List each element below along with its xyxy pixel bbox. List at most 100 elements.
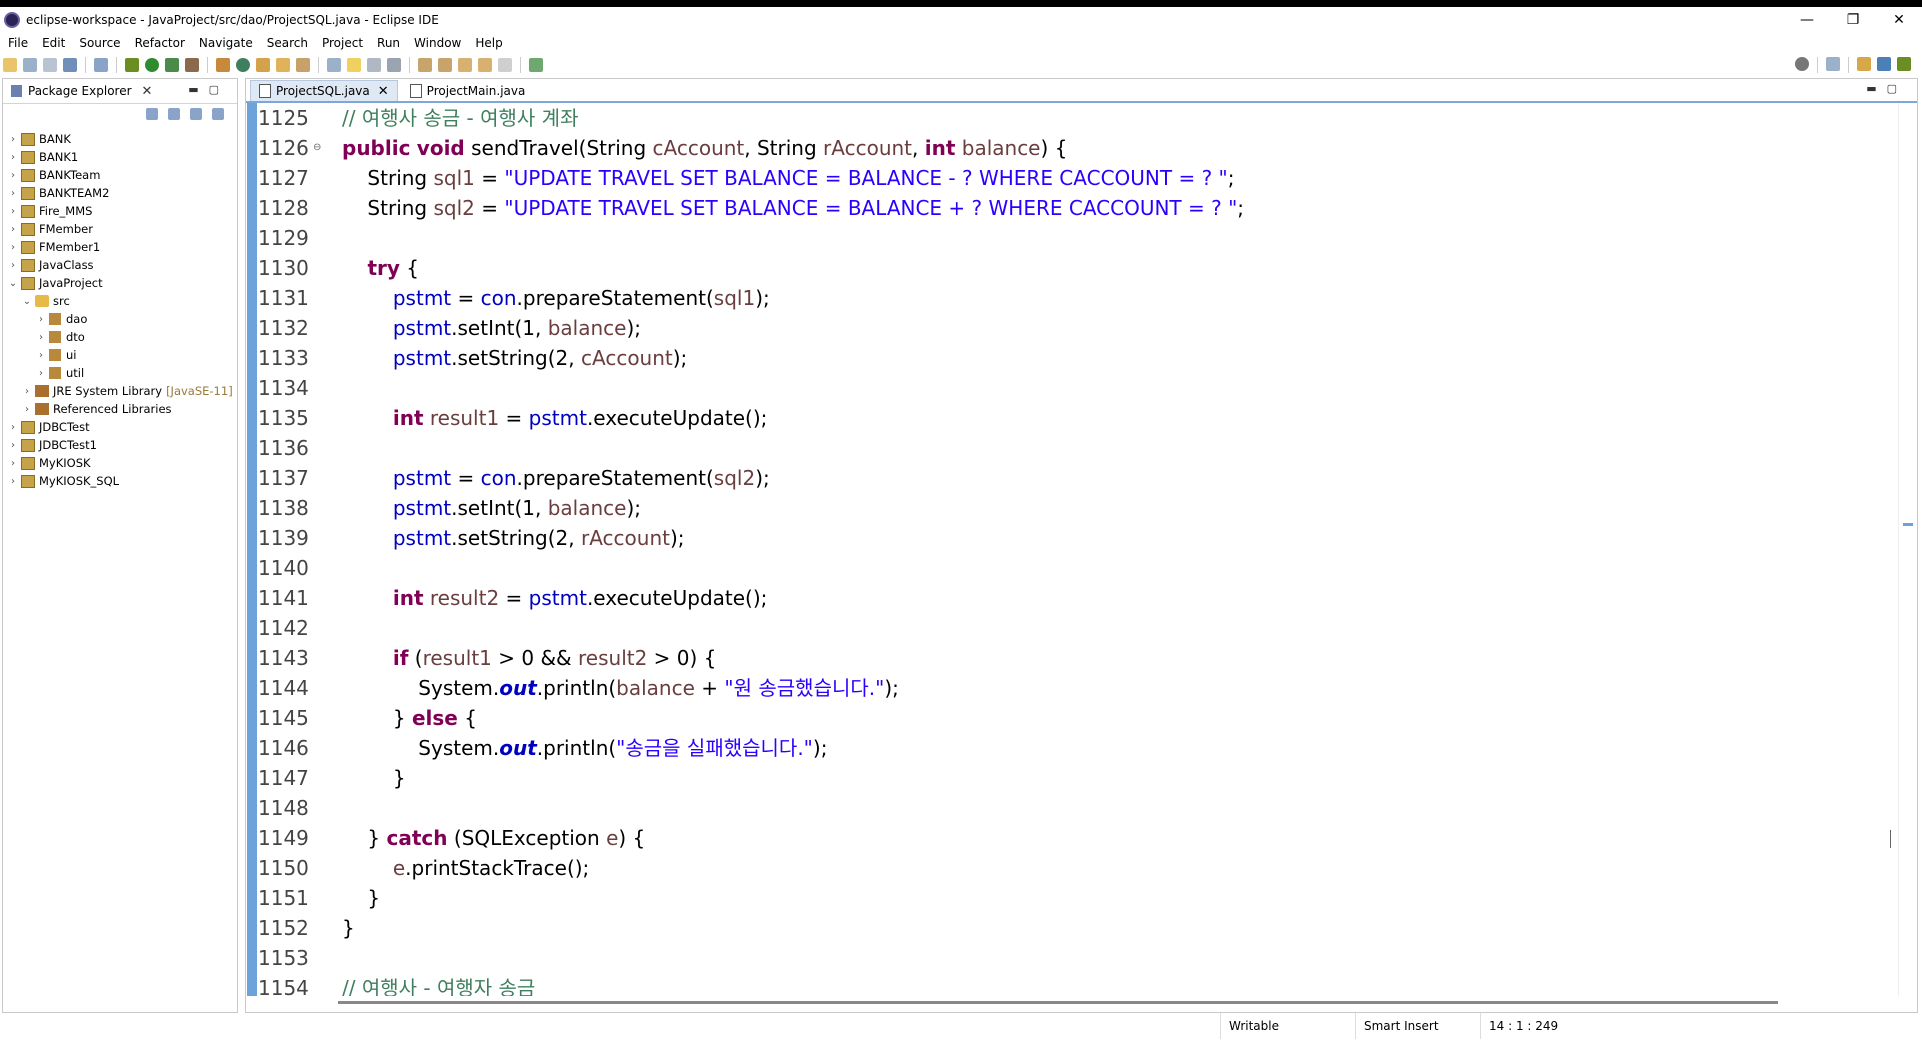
menu-edit[interactable]: Edit — [42, 36, 65, 50]
menu-project[interactable]: Project — [322, 36, 363, 50]
forward-icon[interactable] — [498, 58, 512, 72]
expand-arrow-icon[interactable]: › — [35, 368, 47, 379]
tree-item[interactable]: › BANKTeam — [3, 166, 237, 184]
expand-arrow-icon[interactable]: › — [7, 206, 19, 217]
show-whitespace-icon[interactable] — [387, 58, 401, 72]
minimize-button[interactable]: — — [1784, 7, 1830, 33]
save-icon[interactable] — [23, 58, 37, 72]
menu-source[interactable]: Source — [79, 36, 120, 50]
code-text[interactable]: } — [342, 913, 355, 943]
java-perspective-icon[interactable] — [1877, 57, 1891, 71]
ruler-mark[interactable] — [1903, 523, 1913, 526]
expand-arrow-icon[interactable]: › — [21, 404, 33, 415]
java-ee-perspective-icon[interactable] — [1857, 57, 1871, 71]
code-text[interactable]: // 여행사 송금 - 여행사 계좌 — [342, 103, 578, 133]
expand-arrow-icon[interactable]: › — [35, 314, 47, 325]
annotation-icon[interactable] — [327, 58, 341, 72]
new-java-class-icon[interactable] — [236, 58, 250, 72]
close-window-button[interactable]: ✕ — [1876, 7, 1922, 33]
code-text[interactable]: pstmt.setString(2, rAccount); — [342, 523, 685, 553]
code-text[interactable]: int result2 = pstmt.executeUpdate(); — [342, 583, 768, 613]
previous-annotation-icon[interactable] — [438, 58, 452, 72]
tree-item[interactable]: › JRE System Library [JavaSE-11] — [3, 382, 237, 400]
block-selection-icon[interactable] — [367, 58, 381, 72]
code-text[interactable]: System.out.println(balance + "원 송금했습니다."… — [342, 673, 899, 703]
code-text[interactable]: public void sendTravel(String cAccount, … — [342, 133, 1067, 163]
new-java-package-icon[interactable] — [216, 58, 230, 72]
last-edit-icon[interactable] — [458, 58, 472, 72]
collapse-all-icon[interactable] — [146, 108, 158, 120]
debug-perspective-icon[interactable] — [1897, 57, 1911, 71]
tree-item[interactable]: › JDBCTest — [3, 418, 237, 436]
editor-tab[interactable]: ProjectSQL.java ✕ — [250, 80, 398, 101]
tree-item[interactable]: › dao — [3, 310, 237, 328]
run-icon[interactable] — [145, 58, 159, 72]
tree-item[interactable]: › FMember1 — [3, 238, 237, 256]
code-text[interactable]: try { — [342, 253, 419, 283]
overview-ruler[interactable] — [1898, 103, 1917, 996]
expand-arrow-icon[interactable]: › — [7, 224, 19, 235]
tree-item[interactable]: › dto — [3, 328, 237, 346]
open-type-icon[interactable] — [256, 58, 270, 72]
open-task-icon[interactable] — [276, 58, 290, 72]
coverage-icon[interactable] — [165, 58, 179, 72]
code-text[interactable]: String sql1 = "UPDATE TRAVEL SET BALANCE… — [342, 163, 1234, 193]
expand-arrow-icon[interactable]: › — [35, 350, 47, 361]
maximize-button[interactable]: ❐ — [1830, 7, 1876, 33]
code-text[interactable]: } — [342, 883, 380, 913]
link-with-editor-icon[interactable] — [168, 108, 180, 120]
open-perspective-icon[interactable] — [1826, 57, 1840, 71]
code-text[interactable]: System.out.println("송금을 실패했습니다."); — [342, 733, 827, 763]
menu-window[interactable]: Window — [414, 36, 461, 50]
tree-item[interactable]: › BANK1 — [3, 148, 237, 166]
close-icon[interactable]: ✕ — [142, 84, 153, 99]
expand-arrow-icon[interactable]: › — [21, 386, 33, 397]
expand-arrow-icon[interactable]: › — [7, 170, 19, 181]
tree-item[interactable]: › JDBCTest1 — [3, 436, 237, 454]
code-text[interactable]: int result1 = pstmt.executeUpdate(); — [342, 403, 768, 433]
tree-item[interactable]: › MyKIOSK_SQL — [3, 472, 237, 490]
code-text[interactable]: e.printStackTrace(); — [342, 853, 589, 883]
tree-item[interactable]: › MyKIOSK — [3, 454, 237, 472]
horizontal-scrollbar[interactable] — [338, 1001, 1778, 1004]
external-tools-icon[interactable] — [185, 58, 199, 72]
menu-search[interactable]: Search — [267, 36, 308, 50]
tree-item[interactable]: › FMember — [3, 220, 237, 238]
mark-occurrences-icon[interactable] — [347, 58, 361, 72]
expand-arrow-icon[interactable]: › — [7, 476, 19, 487]
terminal-icon[interactable] — [63, 58, 77, 72]
expand-arrow-icon[interactable]: › — [7, 242, 19, 253]
close-icon[interactable]: ✕ — [378, 84, 389, 99]
next-annotation-icon[interactable] — [418, 58, 432, 72]
menu-help[interactable]: Help — [475, 36, 502, 50]
expand-arrow-icon[interactable]: › — [7, 152, 19, 163]
expand-arrow-icon[interactable]: ⌄ — [7, 278, 19, 289]
menu-file[interactable]: File — [8, 36, 28, 50]
editor-tab[interactable]: ProjectMain.java — [402, 81, 534, 101]
search-tool-icon[interactable] — [296, 58, 310, 72]
code-text[interactable]: pstmt.setInt(1, balance); — [342, 313, 641, 343]
code-text[interactable]: String sql2 = "UPDATE TRAVEL SET BALANCE… — [342, 193, 1244, 223]
new-icon[interactable] — [3, 58, 17, 72]
tree-item[interactable]: › Referenced Libraries — [3, 400, 237, 418]
expand-arrow-icon[interactable]: › — [7, 188, 19, 199]
tree-item[interactable]: ⌄ JavaProject — [3, 274, 237, 292]
code-text[interactable]: } catch (SQLException e) { — [342, 823, 645, 853]
expand-arrow-icon[interactable]: › — [7, 422, 19, 433]
code-text[interactable]: } else { — [342, 703, 477, 733]
code-area[interactable]: 1125 // 여행사 송금 - 여행사 계좌 1126 ⊖ public void s… — [258, 103, 1898, 996]
debug-icon[interactable] — [125, 58, 139, 72]
code-text[interactable]: if (result1 > 0 && result2 > 0) { — [342, 643, 717, 673]
code-text[interactable]: pstmt.setInt(1, balance); — [342, 493, 641, 523]
tree-item[interactable]: › Fire_MMS — [3, 202, 237, 220]
code-text[interactable]: pstmt.setString(2, cAccount); — [342, 343, 687, 373]
menu-navigate[interactable]: Navigate — [199, 36, 253, 50]
editor-minmax-controls[interactable]: ▬▢ — [1866, 82, 1907, 95]
tree-item[interactable]: › BANK — [3, 130, 237, 148]
tree-item[interactable]: › ui — [3, 346, 237, 364]
code-text[interactable]: } — [342, 763, 406, 793]
fold-toggle-icon[interactable]: ⊖ — [313, 133, 321, 163]
view-minmax-controls[interactable]: ▬▢ — [188, 83, 229, 96]
code-text[interactable]: pstmt = con.prepareStatement(sql1); — [342, 283, 770, 313]
tree-item[interactable]: ⌄ src — [3, 292, 237, 310]
